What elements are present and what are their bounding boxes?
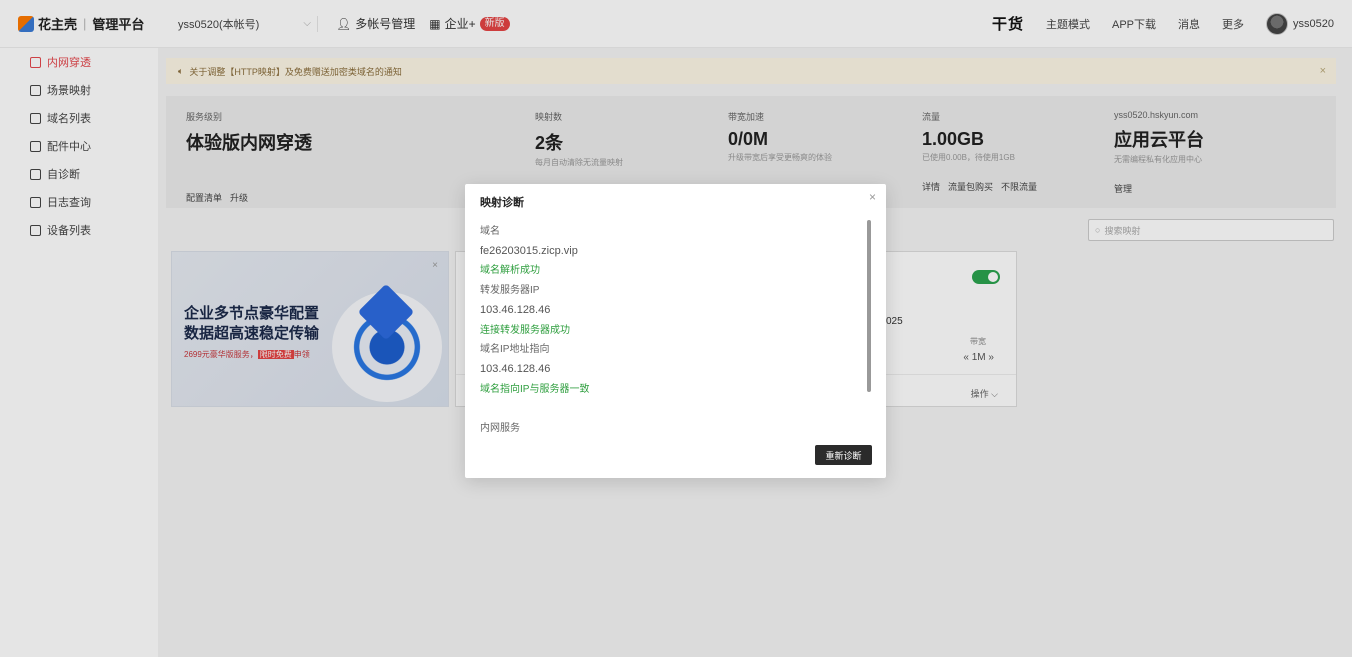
server-ip-label: 转发服务器IP [480,285,540,297]
modal-close-icon[interactable]: × [869,190,876,204]
modal-title: 映射诊断 [480,197,524,209]
domain-resolve-status: 域名解析成功 [480,265,540,277]
domain-value: fe26203015.zicp.vip [480,244,578,257]
diagnosis-modal: 映射诊断 × 域名 fe26203015.zicp.vip 域名解析成功 转发服… [465,184,886,478]
domain-label: 域名 [480,226,500,237]
server-connect-status: 连接转发服务器成功 [480,324,570,336]
ip-match-status: 域名指向IP与服务器一致 [480,383,590,395]
domain-ip-value: 103.46.128.46 [480,362,551,375]
modal-body: 域名 fe26203015.zicp.vip 域名解析成功 转发服务器IP 10… [480,222,860,439]
modal-scrollbar[interactable] [867,220,871,392]
rediagnose-button[interactable]: 重新诊断 [815,445,872,465]
server-ip-value: 103.46.128.46 [480,303,551,316]
domain-ip-label: 域名IP地址指向 [480,344,550,356]
internal-service-label: 内网服务 [480,423,520,435]
